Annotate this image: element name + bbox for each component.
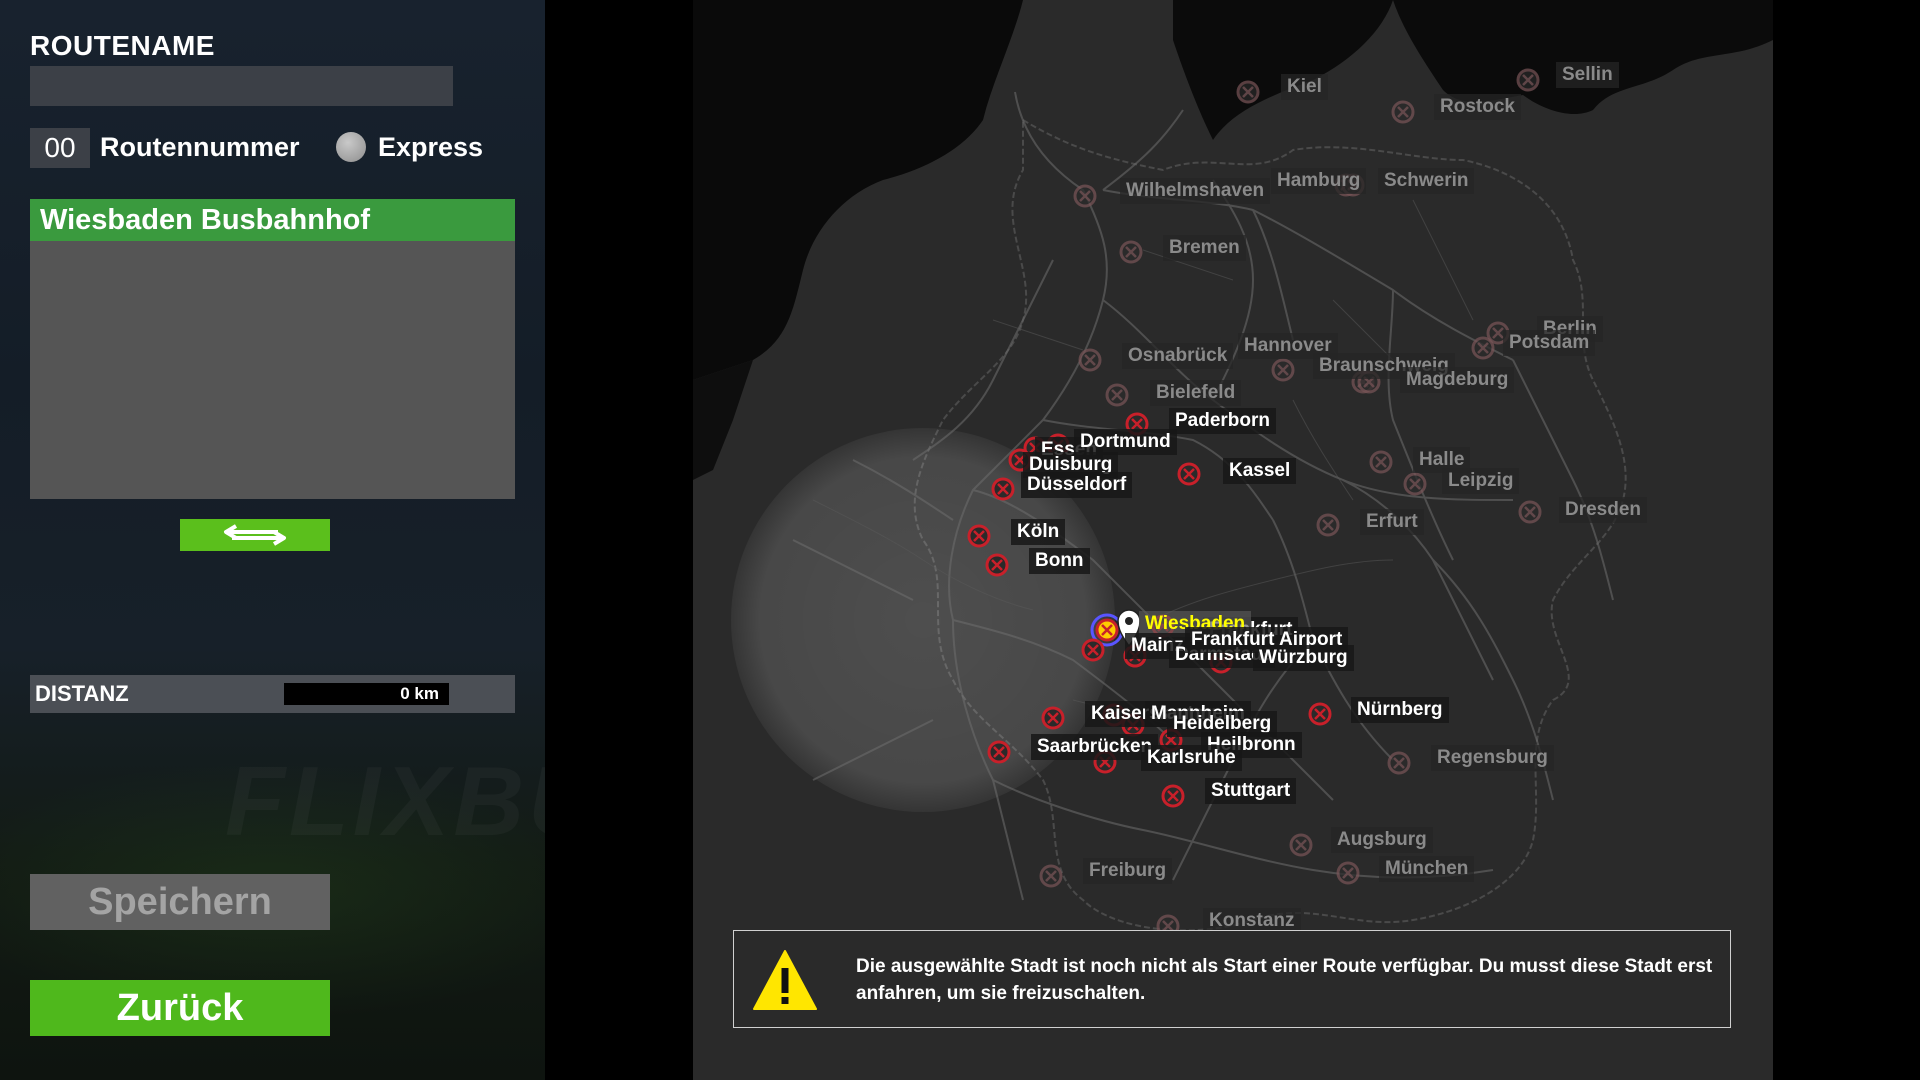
city-label-bremen[interactable]: Bremen [1163,235,1246,261]
city-label-duesseldorf[interactable]: Düsseldorf [1021,472,1133,498]
city-marker-mainz[interactable] [1081,638,1105,662]
city-label-wuerzburg[interactable]: Würzburg [1253,645,1354,671]
city-label-dresden[interactable]: Dresden [1559,497,1648,523]
city-label-freiburg[interactable]: Freiburg [1083,858,1173,884]
city-marker-kassel[interactable] [1177,462,1201,486]
route-name-label: ROUTENAME [30,30,215,61]
city-marker-potsdam[interactable] [1471,336,1495,360]
city-label-kiel[interactable]: Kiel [1281,74,1328,100]
city-marker-kiel[interactable] [1236,80,1260,104]
city-marker-freiburg[interactable] [1039,864,1063,888]
route-number-label: Routennummer [100,132,300,162]
stop-item-selected[interactable]: Wiesbaden Busbahnhof [30,199,515,241]
city-label-erfurt[interactable]: Erfurt [1360,509,1424,535]
city-marker-leipzig[interactable] [1403,472,1427,496]
city-marker-muenchen[interactable] [1336,861,1360,885]
city-marker-wilhelmshaven[interactable] [1073,184,1097,208]
express-label: Express [378,132,484,162]
city-marker-duesseldorf[interactable] [991,477,1015,501]
city-label-magdeburg[interactable]: Magdeburg [1400,367,1515,393]
city-label-nuernberg[interactable]: Nürnberg [1351,697,1449,723]
city-marker-koeln[interactable] [967,524,991,548]
city-marker-osnabrueck[interactable] [1078,348,1102,372]
city-marker-bonn[interactable] [985,553,1009,577]
warning-text: Die ausgewählte Stadt ist noch nicht als… [856,956,1713,1004]
city-label-wilhelmshaven[interactable]: Wilhelmshaven [1120,178,1271,204]
city-marker-rostock[interactable] [1391,100,1415,124]
city-label-hamburg[interactable]: Hamburg [1271,168,1367,194]
route-name-input[interactable] [30,66,453,106]
city-label-regensburg[interactable]: Regensburg [1431,745,1554,771]
distance-value: 0 km [284,683,449,705]
warning-message-box: Die ausgewählte Stadt ist noch nicht als… [733,930,1731,1028]
city-label-saarbruecken[interactable]: Saarbrücken [1031,734,1159,760]
city-label-potsdam[interactable]: Potsdam [1503,330,1596,356]
map-area[interactable]: Kiel Sellin Rostock Wilhelmshaven Hamburg Sch… [693,0,1773,1080]
route-editor-panel: FLIXBUS ROUTENAME 00 Routennummer Expres… [0,0,545,1080]
city-marker-saarbruecken[interactable] [987,740,1011,764]
city-marker-regensburg[interactable] [1387,751,1411,775]
city-label-sellin[interactable]: Sellin [1556,62,1619,88]
city-label-leipzig[interactable]: Leipzig [1442,468,1520,494]
back-button[interactable]: Zurück [30,980,330,1036]
swap-arrows-icon [224,524,286,546]
route-number-field[interactable]: 00 [30,128,90,168]
distance-bar: DISTANZ 0 km [30,675,515,713]
city-marker-bremen[interactable] [1119,240,1143,264]
city-label-muenchen[interactable]: München [1379,856,1475,882]
city-marker-hannover[interactable] [1271,358,1295,382]
city-label-koeln[interactable]: Köln [1011,519,1066,545]
city-label-karlsruhe[interactable]: Karlsruhe [1141,745,1242,771]
city-label-rostock[interactable]: Rostock [1434,94,1521,120]
warning-triangle-icon [753,950,817,1010]
express-radio[interactable] [336,132,366,162]
distance-label: DISTANZ [35,681,129,706]
stop-list[interactable]: Wiesbaden Busbahnhof [30,199,515,499]
city-label-paderborn[interactable]: Paderborn [1169,408,1277,434]
city-label-kassel[interactable]: Kassel [1223,458,1297,484]
city-marker-nuernberg[interactable] [1308,702,1332,726]
city-label-schwerin[interactable]: Schwerin [1378,168,1475,194]
city-marker-augsburg[interactable] [1289,833,1313,857]
background-watermark: FLIXBUS [225,745,545,858]
city-marker-bielefeld[interactable] [1105,383,1129,407]
city-marker-stuttgart[interactable] [1161,784,1185,808]
city-marker-erfurt[interactable] [1316,513,1340,537]
city-label-augsburg[interactable]: Augsburg [1331,827,1433,853]
swap-stops-button[interactable] [180,519,330,551]
city-label-stuttgart[interactable]: Stuttgart [1205,778,1297,804]
city-marker-kaiserslautern[interactable] [1041,706,1065,730]
city-label-osnabrueck[interactable]: Osnabrück [1122,343,1234,369]
city-label-bonn[interactable]: Bonn [1029,548,1090,574]
city-marker-dresden[interactable] [1518,500,1542,524]
save-button[interactable]: Speichern [30,874,330,930]
city-label-bielefeld[interactable]: Bielefeld [1150,380,1242,406]
city-marker-sellin[interactable] [1516,68,1540,92]
city-marker-halle[interactable] [1369,450,1393,474]
